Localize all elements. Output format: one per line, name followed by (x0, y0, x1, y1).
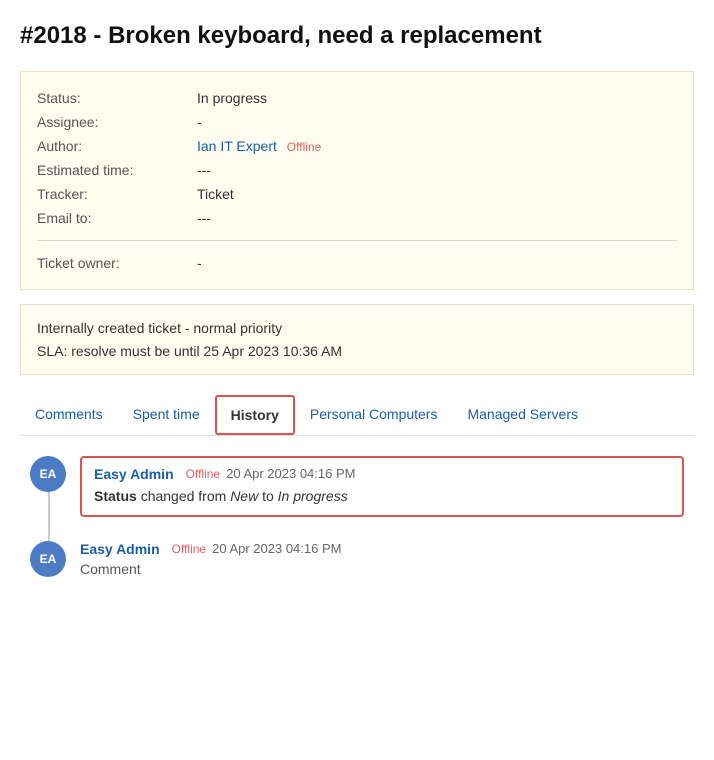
owner-row: Ticket owner: - (37, 251, 677, 275)
email-row: Email to: --- (37, 206, 677, 230)
tab-spent-time[interactable]: Spent time (118, 395, 215, 435)
author-link[interactable]: Ian IT Expert (197, 138, 277, 154)
estimated-value: --- (197, 162, 211, 178)
history-author-1[interactable]: Easy Admin (94, 466, 174, 482)
notes-line2: SLA: resolve must be until 25 Apr 2023 1… (37, 340, 677, 362)
tab-history[interactable]: History (215, 395, 295, 435)
author-offline-badge: Offline (287, 140, 321, 154)
history-content-1: Easy Admin Offline 20 Apr 2023 04:16 PM … (80, 456, 684, 517)
assignee-label: Assignee: (37, 114, 197, 130)
status-value: In progress (197, 90, 267, 106)
history-author-2[interactable]: Easy Admin (80, 541, 160, 557)
estimated-row: Estimated time: --- (37, 158, 677, 182)
info-divider (37, 240, 677, 241)
history-content-2: Easy Admin Offline 20 Apr 2023 04:16 PM … (80, 541, 684, 577)
author-value: Ian IT Expert Offline (197, 138, 321, 154)
assignee-row: Assignee: - (37, 110, 677, 134)
avatar-1: EA (30, 456, 66, 492)
assignee-value: - (197, 114, 202, 130)
owner-value: - (197, 255, 202, 271)
author-row: Author: Ian IT Expert Offline (37, 134, 677, 158)
change-new-1: In progress (278, 488, 348, 504)
status-label: Status: (37, 90, 197, 106)
history-author-status-2: Offline (172, 542, 206, 556)
history-timestamp-2: 20 Apr 2023 04:16 PM (212, 541, 341, 556)
owner-label: Ticket owner: (37, 255, 197, 271)
tracker-label: Tracker: (37, 186, 197, 202)
history-timestamp-1: 20 Apr 2023 04:16 PM (226, 466, 355, 481)
ticket-title: #2018 - Broken keyboard, need a replacem… (20, 20, 694, 51)
history-header-1: Easy Admin Offline 20 Apr 2023 04:16 PM (94, 466, 670, 482)
change-field-1: Status (94, 488, 137, 504)
ticket-info-section: Status: In progress Assignee: - Author: … (20, 71, 694, 290)
history-header-2: Easy Admin Offline 20 Apr 2023 04:16 PM (80, 541, 684, 557)
author-label: Author: (37, 138, 197, 154)
history-container: EA Easy Admin Offline 20 Apr 2023 04:16 … (20, 456, 694, 577)
history-comment-2: Comment (80, 561, 684, 577)
tab-comments[interactable]: Comments (20, 395, 118, 435)
tab-managed-servers[interactable]: Managed Servers (452, 395, 593, 435)
status-row: Status: In progress (37, 86, 677, 110)
history-author-status-1: Offline (186, 467, 220, 481)
estimated-label: Estimated time: (37, 162, 197, 178)
notes-line1: Internally created ticket - normal prior… (37, 317, 677, 339)
change-old-1: New (230, 488, 258, 504)
avatar-2: EA (30, 541, 66, 577)
tracker-value: Ticket (197, 186, 234, 202)
tabs-container: Comments Spent time History Personal Com… (20, 395, 694, 436)
change-to-text-1: to (262, 488, 278, 504)
tracker-row: Tracker: Ticket (37, 182, 677, 206)
history-body-1: Status changed from New to In progress (94, 486, 670, 507)
tab-personal-computers[interactable]: Personal Computers (295, 395, 453, 435)
email-label: Email to: (37, 210, 197, 226)
history-entry-2: EA Easy Admin Offline 20 Apr 2023 04:16 … (30, 541, 684, 577)
history-entry-1: EA Easy Admin Offline 20 Apr 2023 04:16 … (30, 456, 684, 517)
notes-section: Internally created ticket - normal prior… (20, 304, 694, 375)
email-value: --- (197, 210, 211, 226)
change-text-1: changed from (141, 488, 231, 504)
